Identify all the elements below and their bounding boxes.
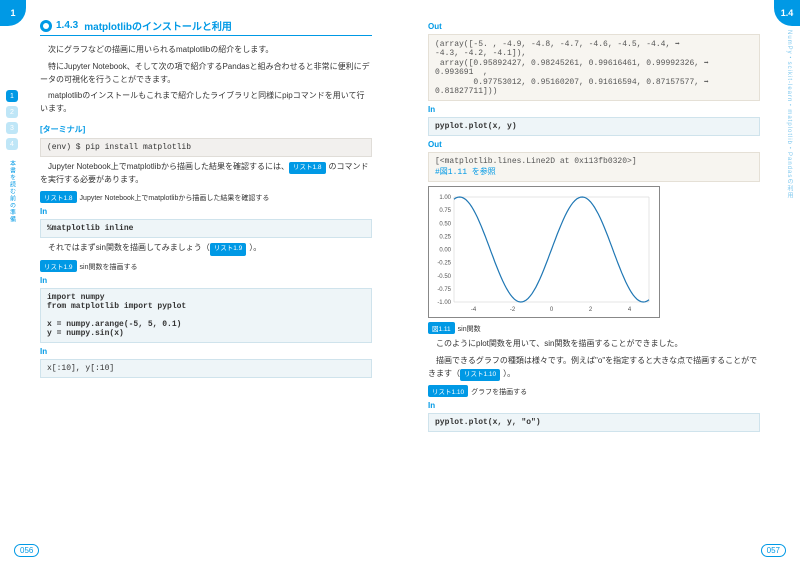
listing-caption: リスト1.10グラフを描画する [428, 385, 760, 397]
svg-text:2: 2 [589, 307, 593, 313]
body-text: 次にグラフなどの描画に用いられるmatplotlibの紹介をします。 [40, 44, 372, 57]
svg-text:0: 0 [550, 307, 554, 313]
svg-text:-0.75: -0.75 [437, 287, 451, 293]
chapter-corner: 1.4 [774, 0, 800, 26]
listing-caption: リスト1.9sin関数を描画する [40, 260, 372, 272]
body-text: それではまずsin関数を描画してみましょう（リスト1.9）。 [40, 242, 372, 255]
code-cell: pyplot.plot(x, y, "o") [428, 413, 760, 432]
body-text: 特にJupyter Notebook、そして次の項で紹介するPandasと組み合… [40, 61, 372, 87]
figure-caption: 図1.11sin関数 [428, 322, 760, 334]
code-cell: pyplot.plot(x, y) [428, 117, 760, 136]
svg-text:-1.00: -1.00 [437, 300, 451, 306]
svg-text:0.25: 0.25 [439, 234, 451, 240]
listing-tag: リスト1.8 [289, 162, 326, 174]
svg-text:-0.25: -0.25 [437, 261, 451, 267]
in-label: In [40, 207, 372, 216]
listing-tag: リスト1.10 [460, 369, 500, 381]
side-caption: 本書を読む前の準備 [8, 160, 17, 223]
section-dots: 1 2 3 4 本書を読む前の準備 [6, 90, 18, 223]
listing-caption: リスト1.8Jupyter Notebook上でmatplotlibから描画した… [40, 191, 372, 203]
section-title: matplotlibのインストールと利用 [84, 18, 232, 33]
svg-text:0.75: 0.75 [439, 208, 451, 214]
body-text: Jupyter Notebook上でmatplotlibから描画した結果を確認す… [40, 161, 372, 187]
output-cell: [<matplotlib.lines.Line2D at 0x113fb0320… [428, 152, 760, 182]
in-label: In [40, 347, 372, 356]
side-caption-right: NumPy・scikit-learn・matplotlib・Pandasの利用 [785, 30, 794, 199]
body-text: matplotlibのインストールもこれまで紹介したライブラリと同様にpipコマ… [40, 90, 372, 116]
code-cell: %matplotlib inline [40, 219, 372, 238]
svg-text:0.00: 0.00 [439, 248, 451, 254]
section-number: 1.4.3 [56, 20, 78, 31]
svg-text:0.50: 0.50 [439, 221, 451, 227]
dot-2: 2 [6, 106, 18, 118]
page-number: 056 [14, 544, 39, 557]
dot-3: 3 [6, 122, 18, 134]
output-cell: (array([-5. , -4.9, -4.8, -4.7, -4.6, -4… [428, 34, 760, 101]
sin-chart: -4 -2 0 2 4 -1.00 -0.75 -0.50 -0.25 0.00 0.25 0.50… [428, 186, 660, 318]
chapter-corner: 1 [0, 0, 26, 26]
dot-4: 4 [6, 138, 18, 150]
out-label: Out [428, 140, 760, 149]
svg-text:-2: -2 [510, 307, 516, 313]
svg-text:-4: -4 [471, 307, 477, 313]
svg-text:1.00: 1.00 [439, 195, 451, 201]
listing-tag: リスト1.9 [210, 243, 247, 255]
in-label: In [428, 105, 760, 114]
right-page: 1.4 NumPy・scikit-learn・matplotlib・Pandas… [400, 0, 800, 567]
terminal-label: [ターミナル] [40, 124, 372, 135]
out-label: Out [428, 22, 760, 31]
terminal-code: (env) $ pip install matplotlib [40, 138, 372, 157]
section-icon [40, 20, 52, 32]
left-page: 1 1 2 3 4 本書を読む前の準備 1.4.3 matplotlibのインス… [0, 0, 400, 567]
section-heading: 1.4.3 matplotlibのインストールと利用 [40, 18, 372, 36]
dot-1: 1 [6, 90, 18, 102]
body-text: 描画できるグラフの種類は様々です。例えば"o"を指定すると大きな点で描画すること… [428, 355, 760, 381]
svg-text:4: 4 [628, 307, 632, 313]
page-spread: 1 1 2 3 4 本書を読む前の準備 1.4.3 matplotlibのインス… [0, 0, 800, 567]
body-text: このようにplot関数を用いて、sin関数を描画することができました。 [428, 338, 760, 351]
code-cell: x[:10], y[:10] [40, 359, 372, 378]
in-label: In [428, 401, 760, 410]
code-cell: import numpy from matplotlib import pypl… [40, 288, 372, 343]
svg-text:-0.50: -0.50 [437, 274, 451, 280]
in-label: In [40, 276, 372, 285]
page-number: 057 [761, 544, 786, 557]
